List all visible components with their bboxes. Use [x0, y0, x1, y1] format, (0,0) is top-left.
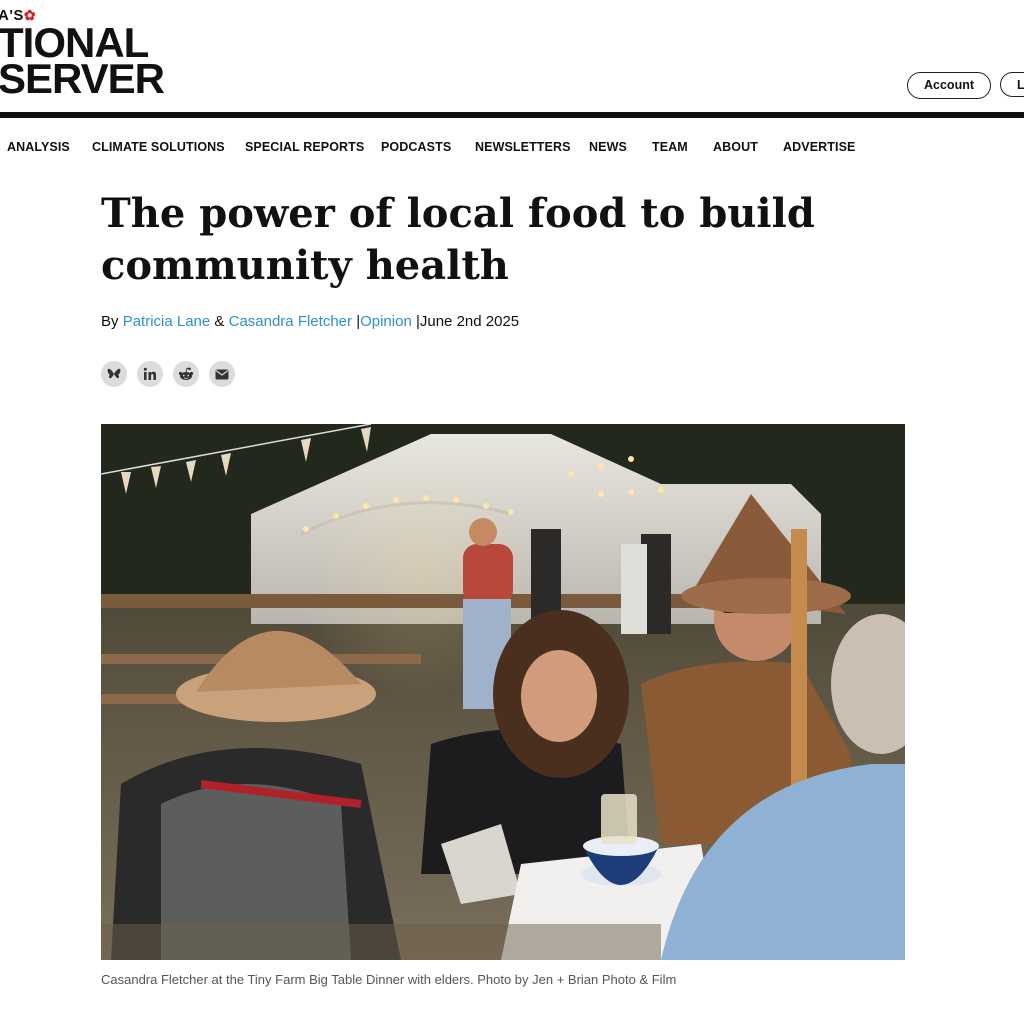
byline-by: By: [101, 313, 119, 330]
photo-caption: Casandra Fletcher at the Tiny Farm Big T…: [101, 972, 677, 987]
nav-podcasts[interactable]: PODCASTS: [381, 140, 451, 154]
nav-about[interactable]: ABOUT: [713, 140, 758, 154]
site-logo[interactable]: A'S✿ TIONAL SERVER: [0, 6, 165, 102]
logo-line-3: SERVER: [0, 55, 165, 102]
login-button[interactable]: L: [1000, 72, 1024, 97]
byline-amp: &: [214, 313, 225, 330]
share-email-button[interactable]: [209, 361, 235, 387]
share-reddit-button[interactable]: [173, 361, 199, 387]
section-link[interactable]: Opinion: [360, 313, 412, 330]
main-nav: ANALYSIS CLIMATE SOLUTIONS SPECIAL REPOR…: [0, 118, 1024, 174]
article-date: June 2nd 2025: [419, 313, 520, 330]
share-linkedin-button[interactable]: [137, 361, 163, 387]
share-bluesky-button[interactable]: [101, 361, 127, 387]
bluesky-icon: [107, 368, 121, 378]
reddit-icon: [178, 367, 194, 380]
account-button[interactable]: Account: [907, 72, 991, 99]
nav-advertise[interactable]: ADVERTISE: [783, 140, 855, 154]
nav-newsletters[interactable]: NEWSLETTERS: [475, 140, 571, 154]
nav-news[interactable]: NEWS: [589, 140, 627, 154]
author-link-2[interactable]: Casandra Fletcher: [229, 313, 352, 330]
linkedin-icon: [143, 367, 156, 380]
author-link-1[interactable]: Patricia Lane: [123, 313, 211, 330]
email-icon: [215, 369, 229, 379]
article-title: The power of local food to build communi…: [101, 190, 815, 289]
byline: By Patricia Lane & Casandra Fletcher |Op…: [101, 313, 519, 330]
dinner-photo-illustration: [101, 424, 905, 960]
masthead: A'S✿ TIONAL SERVER Account L: [0, 0, 1024, 112]
nav-analysis[interactable]: ANALYSIS: [7, 140, 70, 154]
nav-special-reports[interactable]: SPECIAL REPORTS: [245, 140, 364, 154]
article-photo: [101, 424, 905, 960]
nav-team[interactable]: TEAM: [652, 140, 688, 154]
nav-climate-solutions[interactable]: CLIMATE SOLUTIONS: [92, 140, 225, 154]
